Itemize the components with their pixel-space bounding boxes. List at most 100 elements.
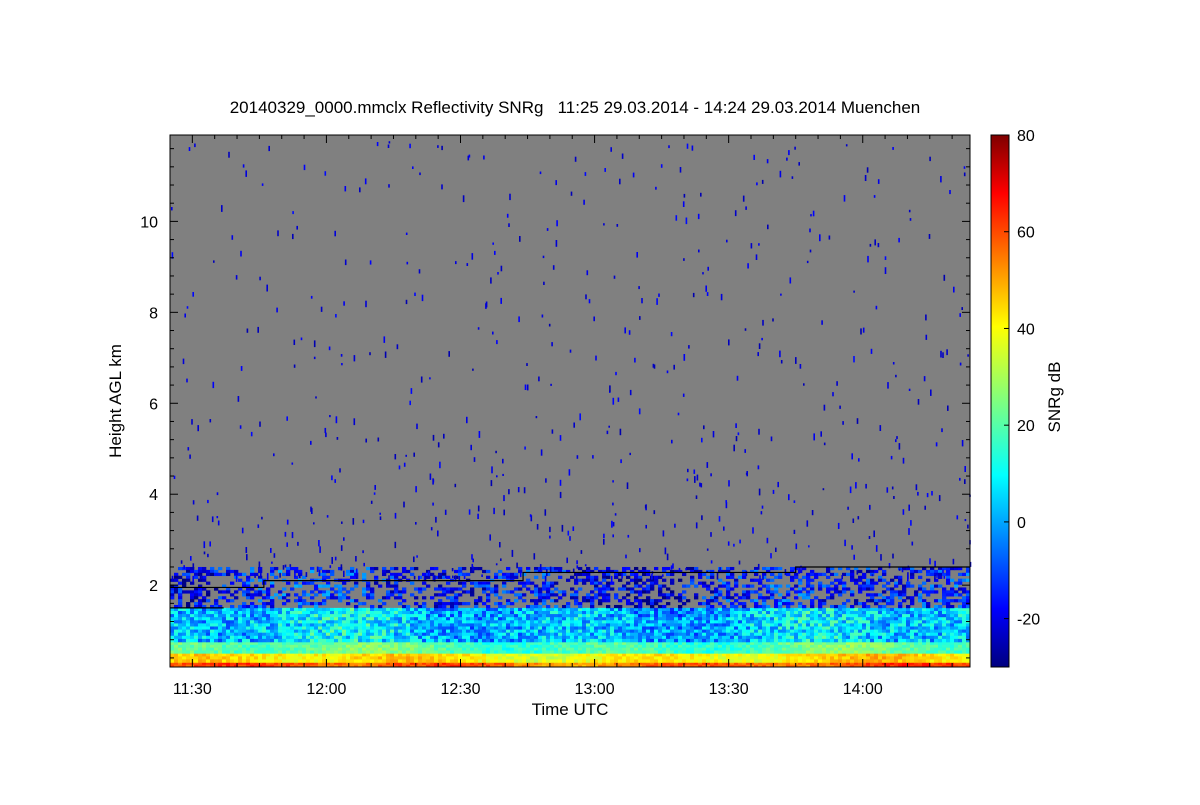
echo-cell (458, 632, 463, 637)
echo-cell (522, 659, 527, 663)
echo-cell (810, 644, 815, 648)
echo-cell (202, 566, 207, 571)
echo-cell (914, 607, 919, 612)
echo-cell (642, 620, 647, 624)
echo-cell (270, 638, 275, 643)
echo-cell (710, 617, 715, 621)
echo-cell (218, 635, 223, 640)
echo-cell (770, 614, 775, 618)
echo-cell (594, 587, 599, 591)
echo-cell (954, 620, 959, 624)
echo-cell (550, 614, 555, 618)
echo-cell (958, 641, 963, 646)
echo-cell (518, 607, 523, 612)
echo-cell (318, 644, 323, 648)
echo-cell (322, 632, 327, 637)
echo-cell (182, 623, 187, 627)
echo-cell (286, 659, 291, 663)
echo-cell (550, 620, 555, 624)
echo-cell (454, 602, 459, 606)
echo-cell (246, 632, 251, 637)
echo-cell (574, 596, 579, 600)
echo-cell (958, 638, 963, 643)
echo-cell (422, 581, 427, 585)
echo-cell (870, 650, 875, 654)
echo-cell (466, 647, 471, 651)
echo-cell (734, 623, 739, 627)
echo-cell (274, 566, 279, 571)
echo-cell (818, 659, 823, 663)
echo-cell (318, 602, 323, 606)
echo-cell (266, 590, 271, 594)
echo-cell (230, 607, 235, 612)
echo-cell (294, 662, 299, 666)
echo-cell (810, 647, 815, 651)
echo-cell (454, 623, 459, 627)
echo-cell (218, 653, 223, 657)
echo-cell (918, 607, 923, 612)
echo-cell (630, 653, 635, 657)
echo-cell (230, 656, 235, 660)
echo-cell (258, 653, 263, 657)
echo-cell (322, 650, 327, 654)
echo-cell (322, 607, 327, 612)
echo-cell (682, 614, 687, 618)
echo-cell (938, 617, 943, 621)
echo-cell (398, 632, 403, 637)
echo-cell (658, 656, 663, 660)
echo-cell (274, 641, 279, 646)
echo-cell (290, 662, 295, 666)
echo-cell (246, 575, 251, 579)
echo-cell (574, 659, 579, 663)
echo-cell (206, 650, 211, 654)
echo-cell (442, 641, 447, 646)
echo-cell (538, 629, 543, 633)
echo-cell (830, 607, 835, 612)
echo-cell (526, 659, 531, 663)
echo-cell (950, 607, 955, 612)
echo-cell (354, 610, 359, 615)
echo-cell (190, 623, 195, 627)
echo-cell (190, 620, 195, 624)
echo-cell (722, 626, 727, 630)
echo-cell (186, 590, 191, 594)
echo-cell (690, 626, 695, 630)
echo-cell (214, 635, 219, 640)
echo-cell (230, 569, 235, 574)
echo-cell (718, 584, 723, 588)
echo-cell (906, 617, 911, 621)
echo-cell (498, 596, 503, 600)
echo-cell (806, 607, 811, 612)
echo-cell (390, 644, 395, 648)
echo-cell (646, 596, 651, 600)
echo-cell (542, 632, 547, 637)
echo-cell (950, 641, 955, 646)
echo-cell (810, 607, 815, 612)
echo-cell (290, 620, 295, 624)
echo-cell (238, 656, 243, 660)
echo-cell (806, 659, 811, 663)
echo-cell (594, 644, 599, 648)
echo-cell (818, 635, 823, 640)
echo-cell (266, 620, 271, 624)
echo-cell (878, 629, 883, 633)
echo-cell (194, 650, 199, 654)
echo-cell (370, 632, 375, 637)
echo-cell (306, 632, 311, 637)
echo-cell (854, 620, 859, 624)
echo-cell (854, 632, 859, 637)
echo-cell (654, 653, 659, 657)
echo-cell (850, 620, 855, 624)
echo-cell (554, 635, 559, 640)
echo-cell (182, 644, 187, 648)
echo-cell (590, 653, 595, 657)
echo-cell (778, 656, 783, 660)
echo-cell (466, 641, 471, 646)
echo-cell (582, 623, 587, 627)
echo-cell (198, 617, 203, 621)
echo-cell (430, 659, 435, 663)
echo-cell (742, 644, 747, 648)
echo-cell (222, 590, 227, 594)
echo-cell (470, 647, 475, 651)
echo-cell (638, 653, 643, 657)
